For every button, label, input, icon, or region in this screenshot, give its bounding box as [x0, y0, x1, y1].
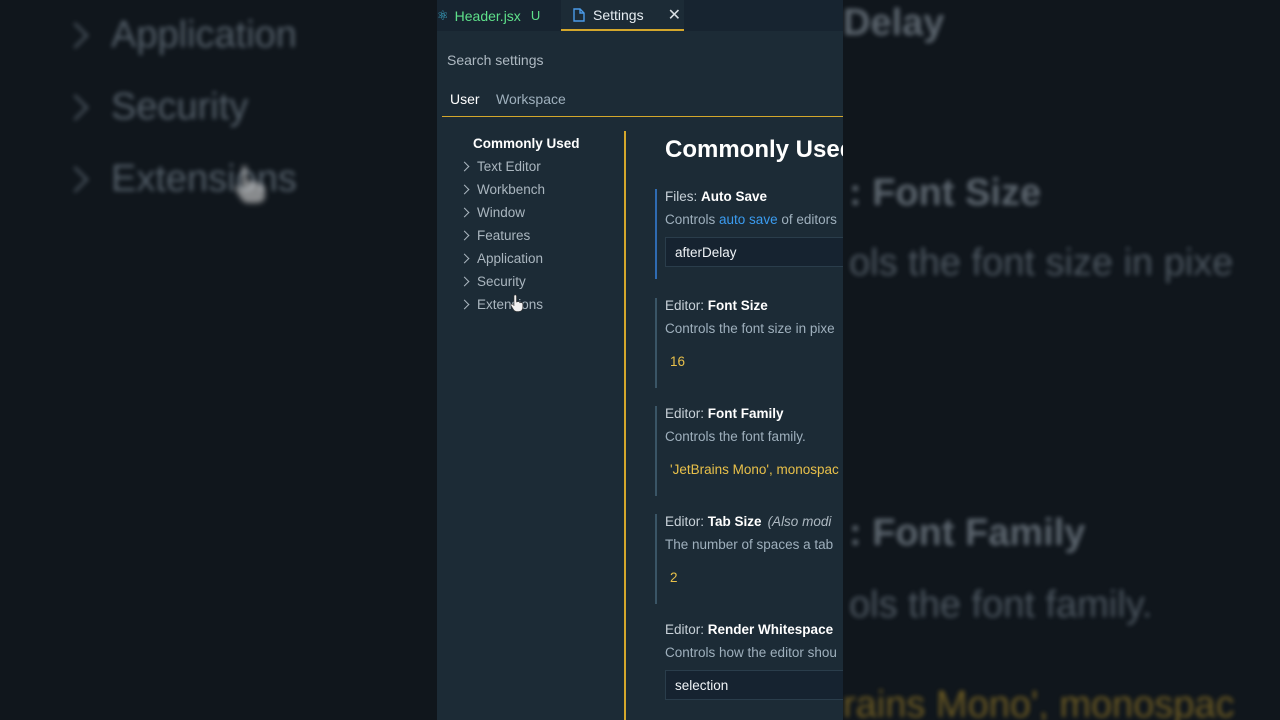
settings-list: Commonly Used Files: Auto Save Controls …	[655, 0, 843, 720]
setting-description: Controls auto save of editors	[665, 212, 837, 227]
bg-text: Delay	[843, 2, 945, 44]
git-untracked-badge: U	[530, 8, 541, 23]
setting-title: Editor: Render Whitespace	[665, 622, 834, 637]
bg-text: rains Mono', monospac	[843, 684, 1235, 720]
toc-item-application[interactable]: Application	[459, 248, 543, 268]
setting-files-auto-save: Files: Auto Save Controls auto save of e…	[655, 189, 843, 279]
setting-description: Controls how the editor shou	[665, 645, 837, 660]
auto-save-dropdown[interactable]: afterDelay	[665, 237, 843, 267]
toc-item-features[interactable]: Features	[459, 225, 530, 245]
tab-header-jsx[interactable]: ⚛ Header.jsx U	[437, 0, 540, 31]
setting-editor-tab-size: Editor: Tab Size (Also modi The number of…	[655, 514, 843, 604]
bg-text: : Font Size	[849, 172, 1042, 214]
chevron-right-icon	[459, 299, 470, 309]
tab-label: Header.jsx	[454, 7, 521, 24]
setting-indicator	[655, 514, 657, 604]
chevron-right-icon	[459, 207, 470, 217]
toc-divider	[624, 131, 626, 720]
chevron-right-icon	[62, 166, 89, 193]
toc-item-commonly-used[interactable]: Commonly Used	[473, 133, 580, 153]
font-size-input[interactable]: 16	[665, 350, 843, 372]
chevron-right-icon	[459, 161, 470, 171]
bg-tree-item: Application	[62, 14, 297, 57]
toc-item-workbench[interactable]: Workbench	[459, 179, 545, 199]
setting-note: (Also modi	[767, 514, 832, 529]
setting-editor-render-whitespace: Editor: Render Whitespace Controls how t…	[665, 622, 843, 700]
toc-item-window[interactable]: Window	[459, 202, 525, 222]
chevron-right-icon	[459, 253, 470, 263]
setting-title: Editor: Font Family	[665, 406, 784, 421]
setting-description: Controls the font family.	[665, 429, 806, 444]
bg-tree-item: Security	[62, 86, 248, 129]
tab-workspace[interactable]: Workspace	[496, 91, 566, 107]
bg-text: ols the font family.	[849, 584, 1153, 626]
tab-size-input[interactable]: 2	[665, 566, 843, 588]
mouse-pointer-icon	[510, 294, 524, 312]
chevron-right-icon	[62, 94, 89, 121]
setting-description: Controls the font size in pixe	[665, 321, 835, 336]
hand-pointer-icon	[234, 165, 265, 203]
bg-text: ols the font size in pixe	[849, 242, 1234, 284]
setting-editor-font-size: Editor: Font Size Controls the font size…	[655, 298, 843, 388]
setting-indicator	[655, 406, 657, 496]
background-zoom-left: Application Security Extensions	[0, 0, 437, 720]
font-family-input[interactable]: 'JetBrains Mono', monospac	[665, 458, 843, 480]
toc-item-extensions[interactable]: Extensions	[459, 294, 543, 314]
setting-title: Files: Auto Save	[665, 189, 768, 204]
setting-indicator	[655, 298, 657, 388]
tab-user[interactable]: User	[450, 91, 480, 107]
section-heading: Commonly Used	[665, 136, 843, 163]
toc-item-security[interactable]: Security	[459, 271, 526, 291]
setting-editor-font-family: Editor: Font Family Controls the font fa…	[655, 406, 843, 496]
toc-item-text-editor[interactable]: Text Editor	[459, 156, 541, 176]
auto-save-link[interactable]: auto save	[719, 212, 778, 227]
tab-label: Settings	[593, 6, 644, 23]
chevron-right-icon	[459, 276, 470, 286]
file-icon	[573, 7, 585, 22]
chevron-right-icon	[459, 184, 470, 194]
background-zoom-right: Delay : Font Size ols the font size in p…	[843, 0, 1280, 720]
setting-description: The number of spaces a tab	[665, 537, 834, 552]
settings-editor-panel: ⚛ Header.jsx U Settings ✕ User Workspace…	[437, 0, 843, 720]
chevron-right-icon	[459, 230, 470, 240]
render-whitespace-dropdown[interactable]: selection	[665, 670, 843, 700]
chevron-right-icon	[62, 22, 89, 49]
bg-text: : Font Family	[849, 512, 1086, 554]
setting-title: Editor: Tab Size (Also modi	[665, 514, 832, 529]
setting-focus-indicator	[655, 189, 657, 279]
react-file-icon: ⚛	[437, 7, 449, 23]
setting-title: Editor: Font Size	[665, 298, 768, 313]
